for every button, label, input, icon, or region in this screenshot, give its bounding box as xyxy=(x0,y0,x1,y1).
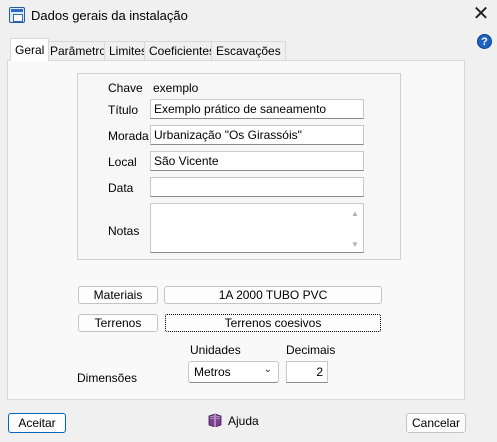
local-label: Local xyxy=(108,155,137,169)
scroll-up-icon[interactable]: ▲ xyxy=(350,209,360,218)
tab-escavacoes[interactable]: Escavações xyxy=(211,41,286,60)
unidades-value: Metros xyxy=(194,365,231,379)
help-book-icon[interactable] xyxy=(207,413,223,427)
data-label: Data xyxy=(108,181,134,195)
materiais-button[interactable]: Materiais xyxy=(78,286,158,304)
chave-value: exemplo xyxy=(153,81,199,95)
materiais-value-button[interactable]: 1A 2000 TUBO PVC xyxy=(164,286,382,304)
window-title: Dados gerais da instalação xyxy=(31,8,188,23)
unidades-label: Unidades xyxy=(190,343,241,357)
chave-label: Chave xyxy=(108,81,143,95)
help-icon[interactable]: ? xyxy=(477,34,492,49)
data-field[interactable] xyxy=(150,177,364,197)
tab-coeficientes[interactable]: Coeficientes xyxy=(144,41,221,60)
morada-field[interactable]: Urbanização "Os Girassóis" xyxy=(150,125,364,145)
accept-button[interactable]: Aceitar xyxy=(8,413,66,433)
dimensoes-label: Dimensões xyxy=(77,371,138,385)
decimais-field[interactable]: 2 xyxy=(286,361,328,383)
notas-field[interactable]: ▲ ▼ xyxy=(150,203,364,253)
decimais-label: Decimais xyxy=(286,343,336,357)
scroll-down-icon[interactable]: ▼ xyxy=(350,240,360,249)
cancel-button[interactable]: Cancelar xyxy=(406,413,466,433)
help-label[interactable]: Ajuda xyxy=(228,414,259,428)
window-icon xyxy=(9,7,25,23)
unidades-select[interactable]: Metros ⌄ xyxy=(188,361,279,383)
terrenos-value-button[interactable]: Terrenos coesivos xyxy=(165,314,381,332)
morada-label: Morada xyxy=(108,129,149,143)
close-icon[interactable]: ✕ xyxy=(470,3,492,25)
titulo-field[interactable]: Exemplo prático de saneamento xyxy=(150,99,364,119)
notas-label: Notas xyxy=(108,224,140,238)
titulo-label: Título xyxy=(108,103,139,117)
terrenos-button[interactable]: Terrenos xyxy=(78,314,158,332)
chevron-down-icon: ⌄ xyxy=(263,364,272,375)
tab-geral[interactable]: Geral xyxy=(10,38,50,61)
local-field[interactable]: São Vicente xyxy=(150,151,364,171)
